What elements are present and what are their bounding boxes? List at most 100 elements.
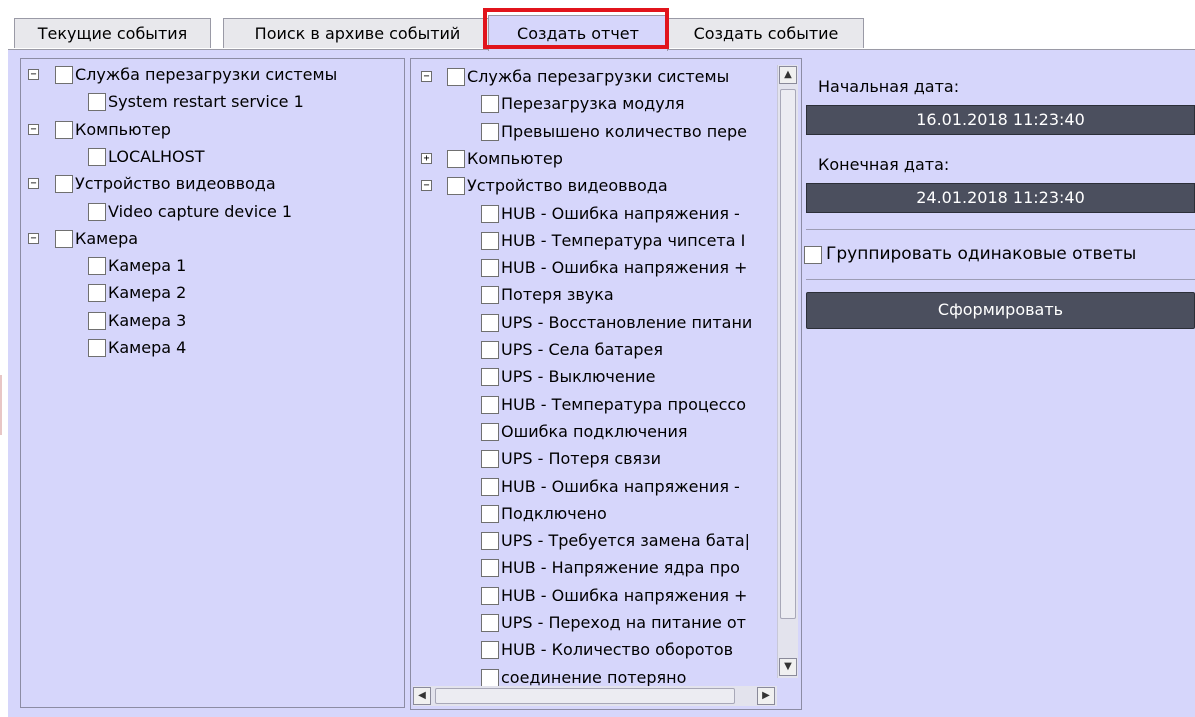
events-tree-hscrollbar[interactable]: ◀ ▶ [413,686,777,706]
tree-node-label: Подключено [501,503,607,523]
tree-node[interactable]: HUB - Температура процессо [411,392,773,418]
tree-node-checkbox[interactable] [481,532,499,551]
scroll-down-icon[interactable]: ▼ [779,658,797,676]
tree-node-checkbox[interactable] [481,286,499,305]
group-answers-checkbox[interactable] [804,246,822,264]
tree-node-checkbox[interactable] [481,95,499,114]
start-date-label: Начальная дата: [818,77,960,96]
collapse-minus-icon[interactable]: − [28,232,39,244]
tree-node[interactable]: HUB - Ошибка напряжения + [411,255,773,281]
tree-node[interactable]: System restart service 1 [21,89,401,115]
tree-node-checkbox[interactable] [481,422,499,441]
tree-node[interactable]: UPS - Восстановление питани [411,310,773,336]
tree-node[interactable]: − Служба перезагрузки системы [411,64,773,90]
tab-archive-search[interactable]: Поиск в архиве событий [223,18,492,48]
tab-create-event[interactable]: Создать событие [668,18,864,48]
tree-node-checkbox[interactable] [88,311,106,330]
tree-node[interactable]: − Служба перезагрузки системы [21,62,401,88]
sources-tree[interactable]: − Служба перезагрузки системы System resta… [20,58,405,708]
tree-node[interactable]: − Камера [21,226,401,252]
tree-node[interactable]: Подключено [411,501,773,527]
tree-node-checkbox[interactable] [447,68,465,86]
events-tree-vscrollbar[interactable]: ▲ ▼ [777,65,798,678]
tree-node[interactable]: Камера 1 [21,253,401,279]
tree-node[interactable]: UPS - Переход на питание от [411,610,773,636]
tree-node[interactable]: UPS - Села батарея [411,337,773,363]
tree-node-checkbox[interactable] [481,204,499,223]
tree-node-checkbox[interactable] [481,450,499,469]
scroll-up-icon[interactable]: ▲ [779,66,797,84]
tree-node[interactable]: HUB - Количество оборотов [411,637,773,663]
tree-node-checkbox[interactable] [88,93,106,112]
tree-node[interactable]: Камера 3 [21,308,401,334]
end-date-field[interactable]: 24.01.2018 11:23:40 [806,183,1195,213]
tree-node-checkbox[interactable] [481,559,499,578]
tree-node-checkbox[interactable] [481,395,499,414]
scroll-right-icon[interactable]: ▶ [757,687,775,705]
tree-node-checkbox[interactable] [88,147,106,166]
tree-node[interactable]: + Компьютер [411,146,773,172]
generate-report-button[interactable]: Сформировать [806,292,1195,329]
expand-plus-icon[interactable]: + [421,152,432,164]
tree-node-checkbox[interactable] [481,368,499,387]
tree-node-checkbox[interactable] [481,586,499,605]
tree-node-checkbox[interactable] [481,477,499,496]
tree-node[interactable]: Перезагрузка модуля [411,91,773,117]
tree-node-label: Потеря звука [501,285,614,305]
tree-node-label: Камера [75,228,139,248]
tree-node-checkbox[interactable] [55,229,73,248]
tree-node[interactable]: Превышено количество пере [411,119,773,145]
collapse-minus-icon[interactable]: − [421,180,432,192]
collapse-minus-icon[interactable]: − [28,178,39,190]
tree-node[interactable]: UPS - Требуется замена бата| [411,528,773,554]
tree-node[interactable]: − Устройство видеоввода [21,171,401,197]
tree-node-checkbox[interactable] [481,259,499,278]
tree-node-label: UPS - Требуется замена бата| [501,531,751,551]
tree-node-checkbox[interactable] [481,668,499,687]
tree-node-checkbox[interactable] [88,257,106,276]
tree-node-checkbox[interactable] [55,120,73,139]
tree-node[interactable]: Камера 2 [21,280,401,306]
tree-node[interactable]: HUB - Ошибка напряжения - [411,474,773,500]
tree-node[interactable]: HUB - Ошибка напряжения - [411,201,773,227]
tree-node[interactable]: UPS - Выключение [411,364,773,390]
tree-node[interactable]: LOCALHOST [21,144,401,170]
tree-node[interactable]: HUB - Температура чипсета I [411,228,773,254]
tree-node[interactable]: HUB - Ошибка напряжения + [411,583,773,609]
tree-node-checkbox[interactable] [88,202,106,221]
collapse-minus-icon[interactable]: − [28,123,39,135]
tree-node-checkbox[interactable] [447,177,465,196]
tree-node-checkbox[interactable] [55,66,73,84]
tab-create-report[interactable]: Создать отчет [488,15,668,51]
tree-node[interactable]: − Компьютер [21,117,401,143]
tree-node-checkbox[interactable] [481,231,499,250]
tree-node-label: UPS - Восстановление питани [501,312,753,332]
tree-node[interactable]: UPS - Потеря связи [411,446,773,472]
tree-node-checkbox[interactable] [481,641,499,660]
tree-node-checkbox[interactable] [481,122,499,141]
scroll-left-icon[interactable]: ◀ [413,687,431,705]
start-date-field[interactable]: 16.01.2018 11:23:40 [806,105,1195,135]
tree-node-checkbox[interactable] [447,149,465,168]
tree-node-label: Устройство видеоввода [75,174,276,194]
tree-node[interactable]: Камера 4 [21,335,401,361]
vscroll-thumb[interactable] [780,89,796,619]
tree-node-checkbox[interactable] [88,339,106,357]
tree-node[interactable]: − Устройство видеоввода [411,173,773,199]
tree-node[interactable]: Потеря звука [411,282,773,308]
tree-node-checkbox[interactable] [88,284,106,303]
tree-node-checkbox[interactable] [481,504,499,523]
tree-node-checkbox[interactable] [55,175,73,194]
tree-node[interactable]: Ошибка подключения [411,419,773,445]
tree-node-checkbox[interactable] [481,614,499,632]
edge-marker [0,375,2,435]
tree-node[interactable]: Video capture device 1 [21,199,401,225]
collapse-minus-icon[interactable]: − [421,71,432,82]
tree-node[interactable]: HUB - Напряжение ядра про [411,555,773,581]
events-tree[interactable]: − Служба перезагрузки системы Перезагрузка… [410,58,802,710]
collapse-minus-icon[interactable]: − [28,69,39,80]
tree-node-checkbox[interactable] [481,341,499,359]
tree-node-checkbox[interactable] [481,313,499,332]
hscroll-thumb[interactable] [435,688,735,704]
tab-current-events[interactable]: Текущие события [14,18,211,48]
